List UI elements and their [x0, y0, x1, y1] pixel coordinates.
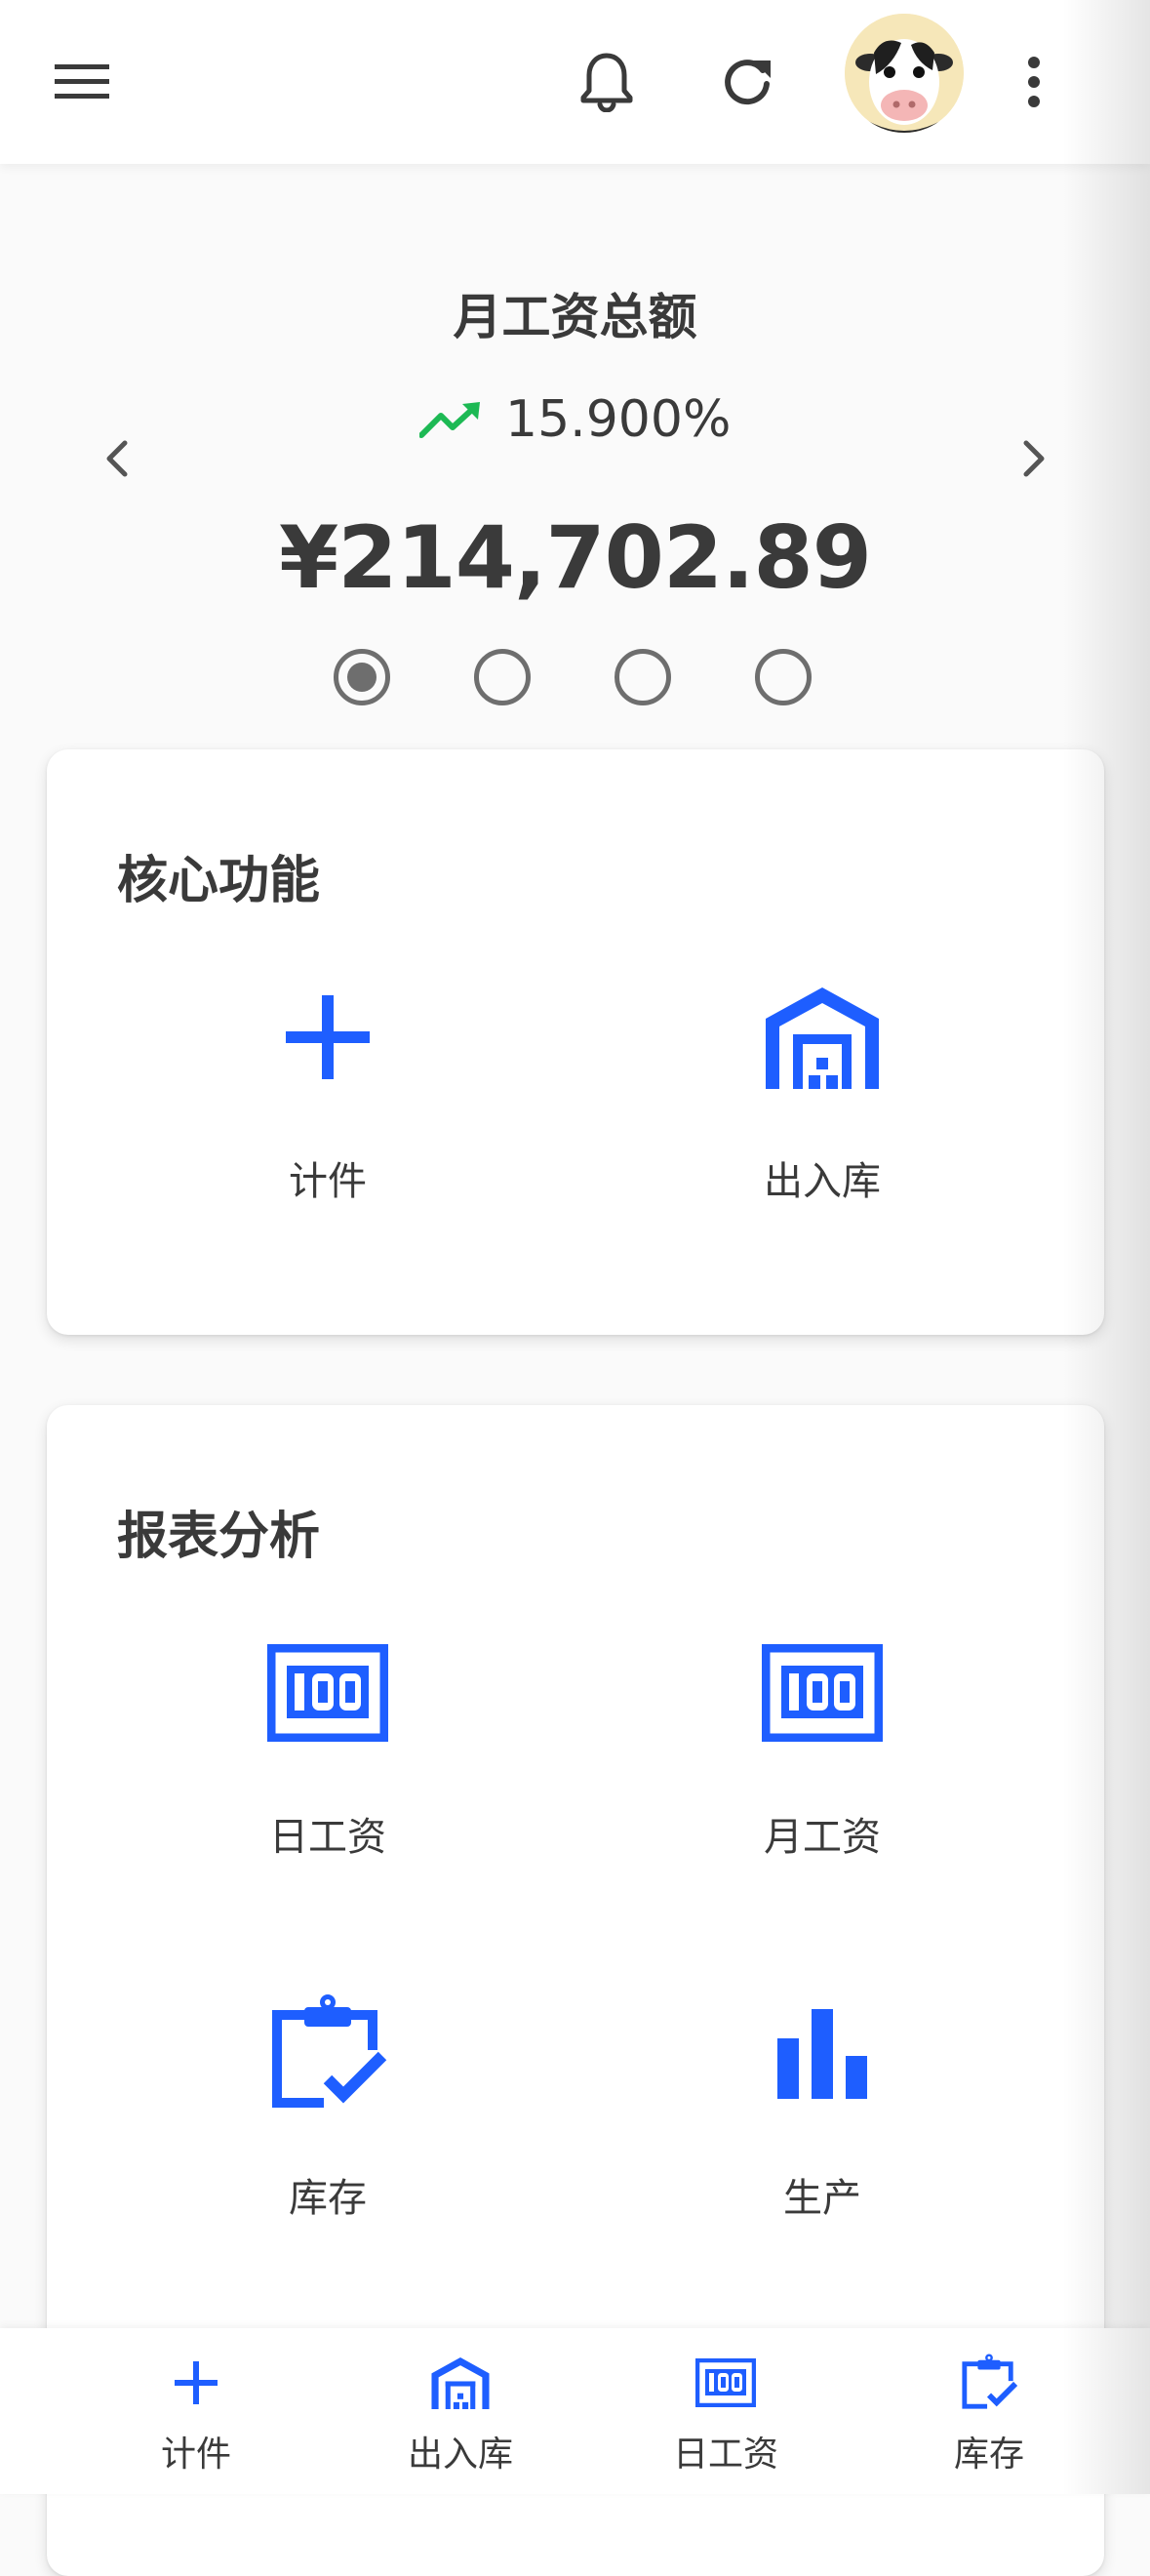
chevron-left-icon	[106, 440, 128, 477]
warehouse-icon	[431, 2357, 490, 2409]
carousel-dot-3[interactable]	[615, 649, 671, 705]
active-dot-fill	[347, 663, 377, 692]
nav-icon-wrap	[872, 2342, 1106, 2424]
nav-label: 库存	[953, 2435, 1024, 2475]
summary-title: 月工资总额	[453, 289, 697, 345]
refresh-icon	[725, 60, 771, 105]
refresh-button[interactable]	[702, 37, 792, 127]
chevron-right-icon	[1023, 440, 1045, 477]
tile-icon-wrap	[152, 1986, 503, 2122]
nav-piecework[interactable]: 计件	[79, 2328, 313, 2494]
report-item-label: 库存	[289, 2176, 367, 2221]
menu-button[interactable]	[37, 37, 127, 127]
cow-avatar	[845, 14, 964, 133]
core-features-card: 核心功能 计件 出入库	[47, 749, 1104, 1335]
clipboard-check-icon	[962, 2354, 1018, 2409]
report-item-production[interactable]: 生产	[647, 1986, 998, 2239]
tile-icon-wrap	[647, 1986, 998, 2122]
nav-label: 计件	[160, 2435, 231, 2475]
carousel-prev-button[interactable]	[83, 415, 151, 503]
nav-icon-wrap	[79, 2342, 313, 2424]
report-item-daily-wage[interactable]: 日工资	[152, 1625, 503, 1878]
carousel-dot-1[interactable]	[334, 649, 390, 705]
bar-chart-icon	[777, 2009, 867, 2099]
carousel-next-button[interactable]	[1000, 415, 1068, 503]
avatar[interactable]	[845, 14, 964, 133]
core-item-piecework[interactable]: 计件	[152, 969, 503, 1223]
counter-100-icon	[695, 2358, 756, 2407]
core-item-label: 出入库	[764, 1159, 881, 1204]
nav-icon-wrap	[343, 2342, 577, 2424]
report-item-inventory[interactable]: 库存	[152, 1986, 503, 2239]
more-vert-icon	[1028, 57, 1040, 107]
tile-icon-wrap	[647, 1625, 998, 1761]
counter-100-icon	[762, 1644, 883, 1742]
report-item-monthly-wage[interactable]: 月工资	[647, 1625, 998, 1878]
nav-daily-wage[interactable]: 日工资	[609, 2328, 843, 2494]
tile-icon-wrap	[647, 969, 998, 1106]
report-item-label: 月工资	[764, 1815, 881, 1860]
menu-icon	[55, 64, 109, 99]
nav-warehouse[interactable]: 出入库	[343, 2328, 577, 2494]
nav-icon-wrap	[609, 2342, 843, 2424]
core-item-warehouse[interactable]: 出入库	[647, 969, 998, 1223]
report-analysis-title: 报表分析	[117, 1508, 321, 1566]
carousel-dot-2[interactable]	[474, 649, 531, 705]
plus-icon	[286, 995, 370, 1079]
nav-inventory[interactable]: 库存	[872, 2328, 1106, 2494]
carousel-indicator	[334, 649, 812, 711]
top-app-bar	[0, 0, 1150, 164]
more-options-button[interactable]	[989, 37, 1079, 127]
trend-indicator: 15.900%	[419, 385, 731, 454]
notifications-button[interactable]	[562, 37, 652, 127]
nav-label: 出入库	[407, 2435, 513, 2475]
clipboard-check-icon	[272, 1994, 387, 2108]
warehouse-icon	[766, 987, 879, 1089]
core-features-title: 核心功能	[117, 852, 321, 910]
carousel-dot-4[interactable]	[755, 649, 812, 705]
tile-icon-wrap	[152, 969, 503, 1106]
bell-icon	[580, 53, 633, 112]
trend-value: 15.900%	[505, 390, 732, 449]
nav-label: 日工资	[672, 2435, 778, 2475]
tile-icon-wrap	[152, 1625, 503, 1761]
plus-icon	[175, 2361, 218, 2404]
counter-100-icon	[267, 1644, 388, 1742]
summary-amount: ¥214,702.89	[279, 507, 872, 608]
trending-up-icon	[419, 402, 480, 438]
core-item-label: 计件	[289, 1159, 367, 1204]
report-item-label: 日工资	[269, 1815, 386, 1860]
bottom-navigation: 计件 出入库 日工资 库存	[0, 2328, 1150, 2494]
report-item-label: 生产	[783, 2176, 861, 2221]
